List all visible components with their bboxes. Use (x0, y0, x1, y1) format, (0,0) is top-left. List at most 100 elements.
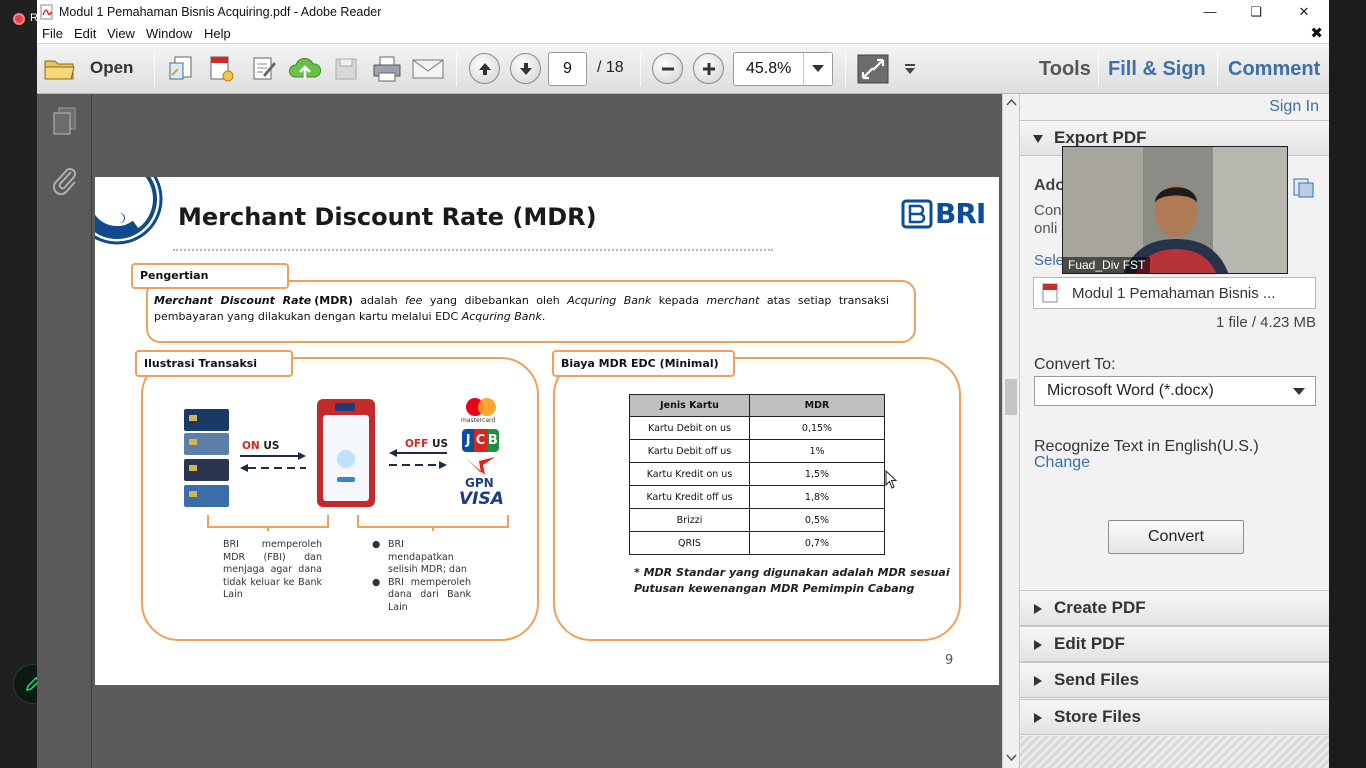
toolbar-separator (154, 52, 155, 86)
expand-icon (1034, 604, 1042, 614)
bracket-lines (207, 515, 509, 531)
document-convert-icon (169, 56, 192, 80)
store-files-header[interactable]: Store Files (1020, 699, 1329, 735)
chevron-down-icon (812, 65, 824, 72)
table-row: Kartu Debit on us 0,15% (629, 416, 885, 440)
caption-off-us-text-1: BRI mendapatkan selisih MDR; dan (388, 539, 467, 575)
export-cloud-icon (1293, 178, 1314, 198)
participant-video-icon (1063, 147, 1287, 273)
edit-pdf-header[interactable]: Edit PDF (1020, 626, 1329, 662)
jcb-b: B (486, 429, 499, 452)
mdr-value-cell: 0,5% (749, 508, 885, 532)
arrow-down-icon (519, 62, 532, 75)
bri-logo: BRI (901, 197, 986, 230)
mdr-value-cell: 0,7% (749, 531, 885, 555)
arrow-up-icon (478, 62, 491, 75)
file-info: 1 file / 4.23 MB (1216, 314, 1317, 331)
close-document-button[interactable]: ✖ (1310, 24, 1323, 42)
definition-part: . (541, 310, 546, 323)
window-titlebar: Modul 1 Pemahaman Bisnis Acquiring.pdf -… (37, 0, 1329, 23)
card-type-cell: Kartu Debit off us (629, 439, 750, 463)
next-page-button[interactable] (510, 53, 541, 84)
convert-format-select[interactable]: Microsoft Word (*.docx) (1034, 376, 1316, 406)
definition-part: adalah (352, 294, 405, 307)
pdf-edit-button[interactable] (205, 53, 237, 85)
scroll-down-icon[interactable] (1006, 754, 1017, 762)
scrollbar-thumb[interactable] (1005, 379, 1017, 415)
table-header-row: Jenis Kartu MDR (629, 394, 885, 417)
expand-icon (1034, 640, 1042, 650)
off-us-arrows-icon (389, 449, 447, 469)
visa-text: VISA (459, 489, 504, 509)
full-screen-button[interactable] (857, 53, 889, 85)
zoom-dropdown-button[interactable] (803, 53, 832, 85)
caption-on-us: BRI memperoleh MDR (FBI) dan menjaga aga… (223, 539, 322, 600)
create-pdf-button[interactable] (165, 53, 197, 85)
menu-help[interactable]: Help (204, 26, 231, 41)
maximize-button[interactable]: ❏ (1233, 0, 1279, 23)
selected-file-name: Modul 1 Pemahaman Bisnis ... (1072, 284, 1276, 302)
scroll-up-icon[interactable] (1006, 98, 1017, 106)
mdr-value-cell: 1,5% (749, 462, 885, 486)
selected-file-field[interactable]: Modul 1 Pemahaman Bisnis ... (1033, 277, 1316, 309)
mastercard-text: mastercard (461, 417, 496, 424)
menu-edit[interactable]: Edit (74, 26, 96, 41)
menu-window[interactable]: Window (146, 26, 192, 41)
change-language-link[interactable]: Change (1034, 454, 1090, 472)
mouse-cursor-icon (885, 470, 898, 489)
sign-in-link[interactable]: Sign In (1269, 98, 1319, 116)
desktop-right-edge (1329, 0, 1366, 768)
create-pdf-header[interactable]: Create PDF (1020, 590, 1329, 626)
attachments-button[interactable] (51, 164, 79, 201)
customize-toolbar-button[interactable] (901, 53, 919, 85)
mdr-footnote: * MDR Standar yang digunakan adalah MDR … (634, 565, 950, 597)
email-button[interactable] (411, 53, 445, 85)
bank-text: Acquring Bank (567, 294, 652, 307)
collapse-icon (1033, 135, 1043, 143)
minimize-button[interactable]: — (1187, 0, 1233, 23)
printer-icon (373, 56, 401, 82)
merchant-text: merchant (706, 294, 760, 307)
slide-title: Merchant Discount Rate (MDR) (178, 203, 597, 231)
previous-page-button[interactable] (469, 53, 500, 84)
page-number-input[interactable]: 9 (548, 52, 587, 86)
tab-fill-sign[interactable]: Fill & Sign (1108, 58, 1206, 81)
definition-text: Merchant Discount Rate (MDR) adalah fee y… (154, 293, 889, 325)
table-row: Kartu Kredit on us 1,5% (629, 462, 885, 486)
document-viewport[interactable]: Merchant Discount Rate (MDR) BRI Pengert… (92, 94, 1002, 768)
close-window-button[interactable]: ✕ (1281, 0, 1327, 23)
panel-heading-partial: Ado (1034, 177, 1066, 194)
upload-button[interactable] (288, 53, 322, 85)
abbr-text: (MDR) (314, 294, 353, 307)
print-button[interactable] (370, 53, 404, 85)
gpn-logo-icon (467, 457, 495, 475)
pdf-file-icon (40, 4, 53, 19)
select-file-link-partial[interactable]: Sele (1034, 252, 1064, 269)
table-row: QRIS 0,7% (629, 531, 885, 555)
video-call-tile[interactable]: Fuad_Div FST (1062, 146, 1288, 274)
convert-button[interactable]: Convert (1108, 520, 1244, 554)
bri-logo-text: BRI (935, 197, 986, 230)
edit-pdf-title: Edit PDF (1054, 634, 1125, 653)
save-button[interactable] (330, 53, 362, 85)
vertical-scrollbar[interactable] (1002, 94, 1019, 768)
open-label[interactable]: Open (90, 58, 133, 78)
term-text: Merchant Discount Rate (154, 294, 312, 307)
send-files-header[interactable]: Send Files (1020, 662, 1329, 698)
navigation-panel (37, 94, 92, 768)
edc-terminal-icon (317, 399, 375, 507)
zoom-out-button[interactable] (652, 53, 683, 84)
mdr-value-cell: 1,8% (749, 485, 885, 509)
open-button[interactable] (42, 53, 78, 85)
menu-file[interactable]: File (42, 26, 63, 41)
tab-comment[interactable]: Comment (1228, 58, 1320, 81)
caption-off-us: ● BRI mendapatkan selisih MDR; dan ● BRI m… (372, 539, 471, 614)
page-thumbnails-button[interactable] (51, 106, 79, 141)
tab-tools[interactable]: Tools (1039, 58, 1091, 81)
minus-icon (661, 67, 674, 70)
menu-view[interactable]: View (107, 26, 135, 41)
zoom-in-button[interactable] (693, 53, 724, 84)
mdr-label: Biaya MDR EDC (Minimal) (552, 350, 735, 377)
fill-sign-button[interactable] (248, 53, 280, 85)
card-type-cell: QRIS (629, 531, 750, 555)
